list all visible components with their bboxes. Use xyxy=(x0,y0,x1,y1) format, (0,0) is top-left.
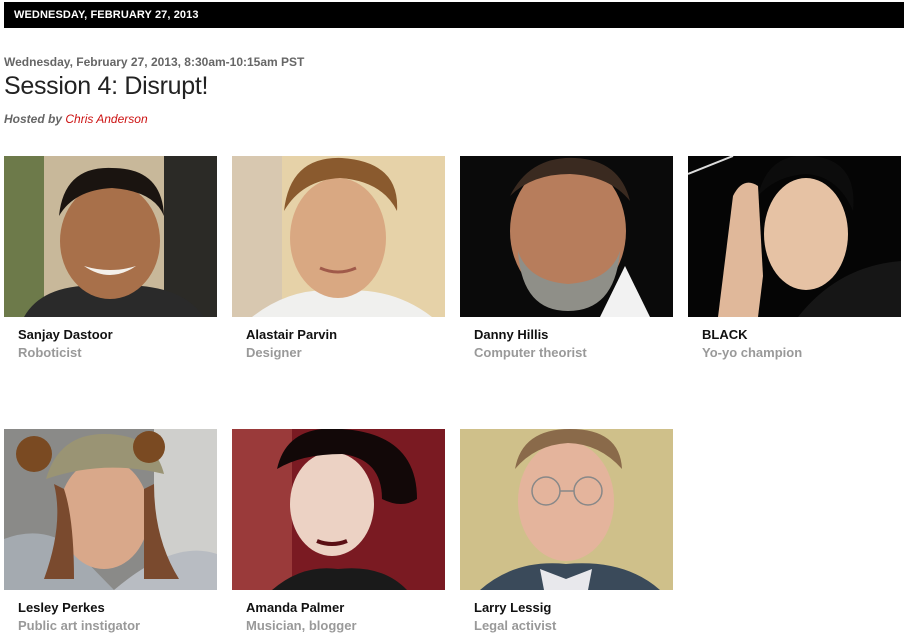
speaker-role: Public art instigator xyxy=(18,618,141,633)
hosted-by: Hosted by Chris Anderson xyxy=(4,112,148,126)
speaker-photo[interactable] xyxy=(688,156,901,317)
speaker-card[interactable]: Larry Lessig Legal activist xyxy=(460,429,673,633)
speaker-name[interactable]: Alastair Parvin xyxy=(246,327,337,342)
speaker-role: Legal activist xyxy=(474,618,557,633)
speaker-card[interactable]: Alastair Parvin Designer xyxy=(232,156,445,360)
speaker-name[interactable]: Amanda Palmer xyxy=(246,600,344,615)
speaker-photo[interactable] xyxy=(460,156,673,317)
session-time: Wednesday, February 27, 2013, 8:30am-10:… xyxy=(4,55,305,69)
speaker-photo[interactable] xyxy=(4,429,217,590)
speaker-photo[interactable] xyxy=(4,156,217,317)
speaker-role: Musician, blogger xyxy=(246,618,357,633)
speaker-name[interactable]: Larry Lessig xyxy=(474,600,551,615)
speaker-role: Designer xyxy=(246,345,302,360)
speaker-name[interactable]: Danny Hillis xyxy=(474,327,548,342)
session-title: Session 4: Disrupt! xyxy=(4,72,209,100)
speaker-role: Computer theorist xyxy=(474,345,587,360)
speaker-card[interactable]: Danny Hillis Computer theorist xyxy=(460,156,673,360)
speaker-name[interactable]: BLACK xyxy=(702,327,748,342)
speaker-card[interactable]: Sanjay Dastoor Roboticist xyxy=(4,156,217,360)
speaker-card[interactable]: Lesley Perkes Public art instigator xyxy=(4,429,217,633)
speaker-photo[interactable] xyxy=(460,429,673,590)
speaker-card[interactable]: Amanda Palmer Musician, blogger xyxy=(232,429,445,633)
date-header-bar: WEDNESDAY, FEBRUARY 27, 2013 xyxy=(4,2,904,28)
speaker-name[interactable]: Sanjay Dastoor xyxy=(18,327,113,342)
speaker-card[interactable]: BLACK Yo-yo champion xyxy=(688,156,901,360)
speaker-name[interactable]: Lesley Perkes xyxy=(18,600,105,615)
hosted-by-label: Hosted by xyxy=(4,112,63,126)
speaker-role: Roboticist xyxy=(18,345,82,360)
speaker-photo[interactable] xyxy=(232,156,445,317)
host-link[interactable]: Chris Anderson xyxy=(65,112,147,126)
speaker-role: Yo-yo champion xyxy=(702,345,803,360)
speaker-photo[interactable] xyxy=(232,429,445,590)
